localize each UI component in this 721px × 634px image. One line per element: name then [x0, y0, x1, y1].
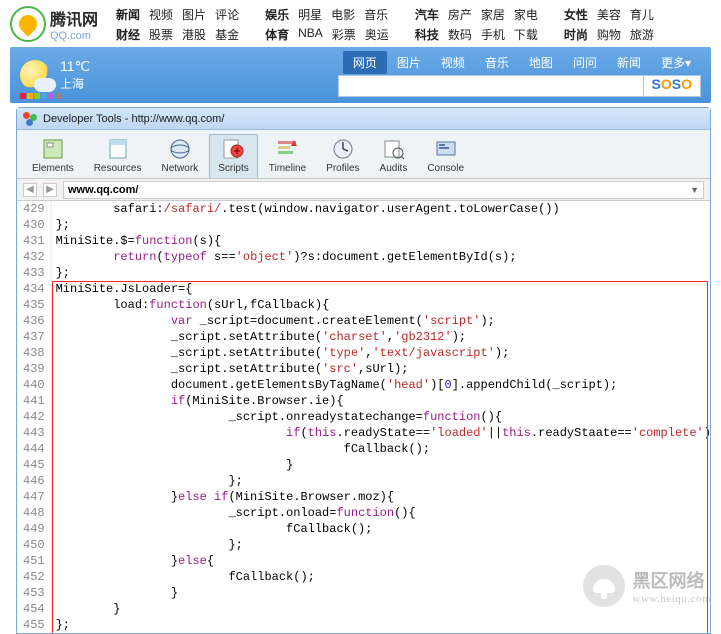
nav-link[interactable]: 新闻 [116, 6, 140, 23]
nav-link[interactable]: 娱乐 [265, 6, 289, 23]
nav-link[interactable]: 评论 [215, 6, 239, 23]
search-tabs: 网页图片视频音乐地图问问新闻更多▾ [343, 51, 701, 74]
nav-forward-button[interactable]: ▶ [43, 183, 57, 197]
watermark-en: www.heiqu.com [633, 593, 712, 605]
audits-icon [381, 137, 405, 161]
search-tab[interactable]: 新闻 [607, 51, 651, 74]
city[interactable]: 上海 [60, 75, 90, 92]
nav-link[interactable]: NBA [298, 26, 323, 43]
devtools-tab-console[interactable]: Console [418, 134, 473, 178]
site-header: 腾讯网 QQ.com 新闻视频图片评论财经股票港股基金 娱乐明星电影音乐体育 NBA… [0, 0, 721, 47]
nav-link[interactable]: 电影 [331, 6, 355, 23]
search-tab[interactable]: 音乐 [475, 51, 519, 74]
devtools-tab-label: Audits [380, 163, 408, 174]
logo[interactable]: 腾讯网 QQ.com [10, 6, 98, 42]
temperature: 11℃ [60, 58, 90, 75]
devtools-tab-audits[interactable]: Audits [371, 134, 417, 178]
theme-swatch[interactable] [20, 93, 26, 99]
network-icon [168, 137, 192, 161]
weather-bar: 11℃ 上海 网页图片视频音乐地图问问新闻更多▾ SOSO [10, 47, 711, 103]
search-tab[interactable]: 更多▾ [651, 51, 701, 74]
nav-link[interactable]: 股票 [149, 26, 173, 43]
nav-link[interactable]: 视频 [149, 6, 173, 23]
nav-back-button[interactable]: ◀ [23, 183, 37, 197]
watermark: 黑区网络 www.heiqu.com [583, 565, 712, 607]
watermark-icon [583, 565, 625, 607]
nav-link[interactable]: 汽车 [415, 6, 439, 23]
devtools-tab-label: Resources [94, 163, 142, 174]
devtools-tab-scripts[interactable]: Scripts [209, 134, 258, 178]
watermark-cn: 黑区网络 [633, 567, 712, 593]
devtools-titlebar[interactable]: Developer Tools - http://www.qq.com/ [17, 108, 710, 130]
devtools-toolbar: Elements Resources Network Scripts Timeline P… [17, 130, 710, 179]
theme-colors[interactable] [20, 93, 61, 99]
weather-icon [20, 60, 50, 90]
devtools-tab-network[interactable]: Network [153, 134, 208, 178]
chevron-down-icon: ▼ [690, 185, 699, 195]
logo-cn: 腾讯网 [50, 6, 98, 30]
elements-icon [41, 137, 65, 161]
search-tab[interactable]: 地图 [519, 51, 563, 74]
nav-link[interactable]: 旅游 [630, 26, 654, 43]
line-gutter: 4294304314324334344354364374384394404414… [17, 201, 52, 633]
nav-link[interactable]: 家电 [514, 6, 538, 23]
nav-link[interactable]: 手机 [481, 26, 505, 43]
nav-link[interactable]: 女性 [564, 6, 588, 23]
devtools-icon [23, 112, 37, 126]
script-selector[interactable]: www.qq.com/ ▼ [63, 181, 704, 199]
resources-icon [106, 137, 130, 161]
devtools-window: Developer Tools - http://www.qq.com/ Ele… [16, 107, 711, 634]
devtools-tab-label: Console [427, 163, 464, 174]
theme-swatch[interactable] [34, 93, 40, 99]
logo-en: QQ.com [50, 30, 98, 42]
devtools-subbar: ◀ ▶ www.qq.com/ ▼ [17, 179, 710, 201]
nav-link[interactable]: 图片 [182, 6, 206, 23]
devtools-tab-label: Network [162, 163, 199, 174]
search-tab[interactable]: 图片 [387, 51, 431, 74]
devtools-tab-profiles[interactable]: Profiles [317, 134, 368, 178]
search-button[interactable]: SOSO [644, 75, 701, 97]
search-input[interactable] [338, 75, 644, 97]
nav-link[interactable]: 家居 [481, 6, 505, 23]
theme-swatch[interactable] [27, 93, 33, 99]
nav-link[interactable]: 育儿 [630, 6, 654, 23]
devtools-title: Developer Tools - http://www.qq.com/ [43, 113, 224, 125]
scripts-icon [221, 137, 245, 161]
logo-icon [10, 6, 46, 42]
theme-swatch[interactable] [48, 93, 54, 99]
nav-link[interactable]: 基金 [215, 26, 239, 43]
nav-link[interactable]: 音乐 [364, 6, 388, 23]
devtools-tab-elements[interactable]: Elements [23, 134, 83, 178]
nav-link[interactable]: 下载 [514, 26, 538, 43]
nav-link[interactable]: 港股 [182, 26, 206, 43]
nav-link[interactable]: 财经 [116, 26, 140, 43]
devtools-tab-label: Profiles [326, 163, 359, 174]
devtools-tab-label: Timeline [269, 163, 306, 174]
devtools-tab-label: Scripts [218, 163, 249, 174]
search-tab[interactable]: 视频 [431, 51, 475, 74]
nav-link[interactable]: 科技 [415, 26, 439, 43]
top-nav: 新闻视频图片评论财经股票港股基金 娱乐明星电影音乐体育 NBA 彩票奥运 汽车房产家居家… [116, 6, 654, 43]
nav-link[interactable]: 时尚 [564, 26, 588, 43]
nav-link[interactable]: 房产 [448, 6, 472, 23]
nav-link[interactable]: 彩票 [332, 26, 356, 43]
nav-link[interactable]: 美容 [597, 6, 621, 23]
devtools-tab-label: Elements [32, 163, 74, 174]
nav-link[interactable]: 购物 [597, 26, 621, 43]
nav-link[interactable]: 明星 [298, 6, 322, 23]
devtools-tab-resources[interactable]: Resources [85, 134, 151, 178]
nav-link[interactable]: 奥运 [365, 26, 389, 43]
profiles-icon [331, 137, 355, 161]
theme-swatch[interactable] [41, 93, 47, 99]
devtools-tab-timeline[interactable]: Timeline [260, 134, 315, 178]
timeline-icon [275, 137, 299, 161]
nav-link[interactable]: 体育 [265, 26, 289, 43]
console-icon [434, 137, 458, 161]
theme-swatch[interactable] [55, 93, 61, 99]
search-tab[interactable]: 问问 [563, 51, 607, 74]
search-tab[interactable]: 网页 [343, 51, 387, 74]
nav-link[interactable]: 数码 [448, 26, 472, 43]
